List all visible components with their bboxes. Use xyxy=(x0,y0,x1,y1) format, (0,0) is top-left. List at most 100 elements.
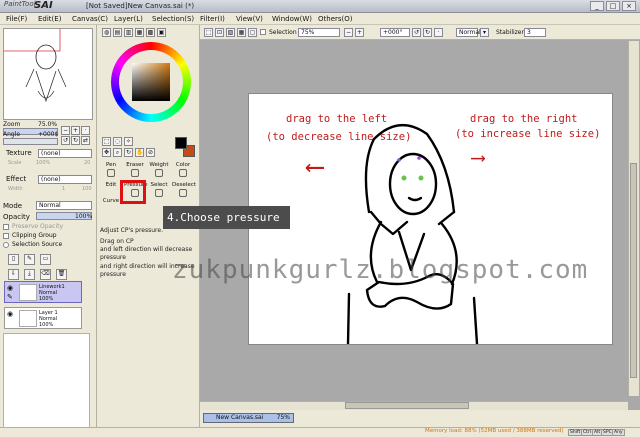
eye-icon[interactable]: ◉ xyxy=(7,284,13,292)
saturation-value-square[interactable] xyxy=(132,63,170,101)
color-tool[interactable]: Color xyxy=(172,162,194,177)
close-button[interactable]: × xyxy=(622,1,636,11)
menu-window[interactable]: Window(W) xyxy=(272,15,312,23)
effect-select[interactable]: (none) xyxy=(38,175,92,184)
horizontal-scroll-thumb[interactable] xyxy=(345,402,469,409)
layer-item[interactable]: ◉ ✎ Linework1 Normal 100% xyxy=(4,281,82,303)
deselect-tool[interactable]: Deselect xyxy=(172,182,196,197)
swatches-tab-icon[interactable]: ▩ xyxy=(146,28,155,37)
blend-mode-select[interactable]: Normal xyxy=(36,201,92,210)
new-folder-icon[interactable]: ▭ xyxy=(40,254,51,265)
menu-bar: File(F) Edit(E) Canvas(C) Layer(L) Selec… xyxy=(0,13,640,25)
zoom-reset-icon[interactable]: · xyxy=(81,126,90,135)
clear-layer-icon[interactable]: ⌫ xyxy=(40,269,51,280)
rotate-right-icon[interactable]: ↻ xyxy=(71,136,80,145)
maximize-button[interactable]: □ xyxy=(606,1,620,11)
foreground-color-swatch[interactable] xyxy=(175,137,187,149)
minimize-button[interactable]: _ xyxy=(590,1,604,11)
tool-description-1: Adjust CP's pressure. xyxy=(100,227,163,234)
canvas-angle-field[interactable]: +000° xyxy=(380,28,410,37)
left-instruction-line1: drag to the left xyxy=(286,113,388,125)
menu-filter[interactable]: Filter(I) xyxy=(200,15,225,23)
angle-left-icon[interactable]: ↺ xyxy=(412,28,421,37)
selection-source-label: Selection Source xyxy=(12,241,63,248)
zoom-plus-icon[interactable]: + xyxy=(355,28,364,37)
zoom-out-icon[interactable]: − xyxy=(61,126,70,135)
pressure-highlight-box xyxy=(120,180,146,204)
memory-load-status: Memory load: 88% (52MB used / 388MB rese… xyxy=(425,428,564,434)
menu-edit[interactable]: Edit(E) xyxy=(38,15,61,23)
show-selection-icon[interactable]: ▦ xyxy=(237,28,246,37)
menu-canvas[interactable]: Canvas(C) xyxy=(72,15,108,23)
menu-selection[interactable]: Selection(S) xyxy=(152,15,194,23)
color-tool-label: Color xyxy=(175,162,191,168)
menu-layer[interactable]: Layer(L) xyxy=(114,15,143,23)
hsv-slider-tab-icon[interactable]: ▥ xyxy=(124,28,133,37)
zoom-in-icon[interactable]: + xyxy=(71,126,80,135)
zoom-minus-icon[interactable]: − xyxy=(344,28,353,37)
curve-tool[interactable]: Curve xyxy=(100,198,122,204)
magic-wand-icon[interactable]: ✧ xyxy=(124,137,133,146)
title-bar: PaintTool SAI [Not Saved]New Canvas.sai … xyxy=(0,0,640,13)
zoom-tool-icon[interactable]: ⌕ xyxy=(113,148,122,157)
blend-dropdown-icon[interactable]: ▾ xyxy=(480,28,489,37)
eye-icon[interactable]: ◉ xyxy=(7,310,13,318)
pen-tool-icon xyxy=(107,169,115,177)
gradient-tab-icon[interactable]: ▦ xyxy=(135,28,144,37)
stabilizer-select[interactable]: 3 xyxy=(524,28,546,37)
invert-selection-icon[interactable]: ▧ xyxy=(226,28,235,37)
clipping-group-checkbox[interactable] xyxy=(3,233,9,239)
angle-value: +000$ xyxy=(38,131,59,138)
logo-sai: SAI xyxy=(34,0,53,11)
menu-file[interactable]: File(F) xyxy=(6,15,27,23)
selection-source-checkbox[interactable] xyxy=(3,242,9,248)
curve-tool-label: Curve xyxy=(102,198,120,204)
canvas-blend-select[interactable]: Normal xyxy=(456,28,481,37)
vertical-scroll-thumb[interactable] xyxy=(630,163,637,378)
right-instruction-line2: (to increase line size) xyxy=(455,128,601,140)
pen-tool[interactable]: Pen xyxy=(100,162,122,177)
mode-label: Mode xyxy=(3,202,23,210)
angle-slider[interactable] xyxy=(3,138,58,145)
selection-tool-icon[interactable]: ⬚ xyxy=(102,137,111,146)
rotate-tool-icon[interactable]: ↻ xyxy=(124,148,133,157)
canvas-zoom-select[interactable]: 75% xyxy=(298,28,340,37)
transfer-down-icon[interactable]: ⇩ xyxy=(8,269,19,280)
stabilizer-label: Stabilizer xyxy=(496,29,524,36)
color-wheel[interactable] xyxy=(111,42,191,122)
angle-right-icon[interactable]: ↻ xyxy=(423,28,432,37)
selection-edit-icon[interactable]: ⬚ xyxy=(204,28,213,37)
texture-scale-value: 100% xyxy=(36,160,51,166)
new-linework-layer-icon[interactable]: ✎ xyxy=(24,254,35,265)
rgb-slider-tab-icon[interactable]: ▤ xyxy=(113,28,122,37)
scratchpad-tab-icon[interactable]: ▣ xyxy=(157,28,166,37)
layer-item[interactable]: ◉ Layer 1 Normal 100% xyxy=(4,307,82,329)
hand-tool-icon[interactable]: ✋ xyxy=(135,148,144,157)
menu-view[interactable]: View(V) xyxy=(236,15,263,23)
new-layer-icon[interactable]: ▯ xyxy=(8,254,19,265)
zoom-fit-icon[interactable]: ▢ xyxy=(248,28,257,37)
tool-panel: ◍ ▤ ▥ ▦ ▩ ▣ ⬚ ◌ ✧ ✥ ⌕ ↻ ✋ ⊘ Pen Eraser W… xyxy=(97,25,200,437)
texture-select[interactable]: (none) xyxy=(38,149,92,158)
tool-description-3: and left direction will decrease xyxy=(100,246,193,253)
angle-reset-icon[interactable]: · xyxy=(434,28,443,37)
selection-checkbox[interactable] xyxy=(260,29,266,35)
menu-others[interactable]: Others(O) xyxy=(318,15,353,23)
preserve-opacity-checkbox[interactable] xyxy=(3,224,9,230)
clear-selection-icon[interactable]: ⊡ xyxy=(215,28,224,37)
weight-tool[interactable]: Weight xyxy=(148,162,170,177)
document-tab[interactable]: New Canvas.sai 75% xyxy=(203,413,294,423)
flip-icon[interactable]: ⇄ xyxy=(81,136,90,145)
color-wheel-tab-icon[interactable]: ◍ xyxy=(102,28,111,37)
edit-tool[interactable]: Edit xyxy=(100,182,122,188)
move-tool-icon[interactable]: ✥ xyxy=(102,148,111,157)
merge-down-icon[interactable]: ⤓ xyxy=(24,269,35,280)
lasso-tool-icon[interactable]: ◌ xyxy=(113,137,122,146)
eyedropper-icon[interactable]: ⊘ xyxy=(146,148,155,157)
navigator-preview[interactable] xyxy=(3,28,93,120)
eraser-tool[interactable]: Eraser xyxy=(124,162,146,177)
delete-layer-icon[interactable]: 🗑 xyxy=(56,269,67,280)
select-tool[interactable]: Select xyxy=(148,182,170,197)
clipping-group-label: Clipping Group xyxy=(12,232,57,239)
rotate-left-icon[interactable]: ↺ xyxy=(61,136,70,145)
